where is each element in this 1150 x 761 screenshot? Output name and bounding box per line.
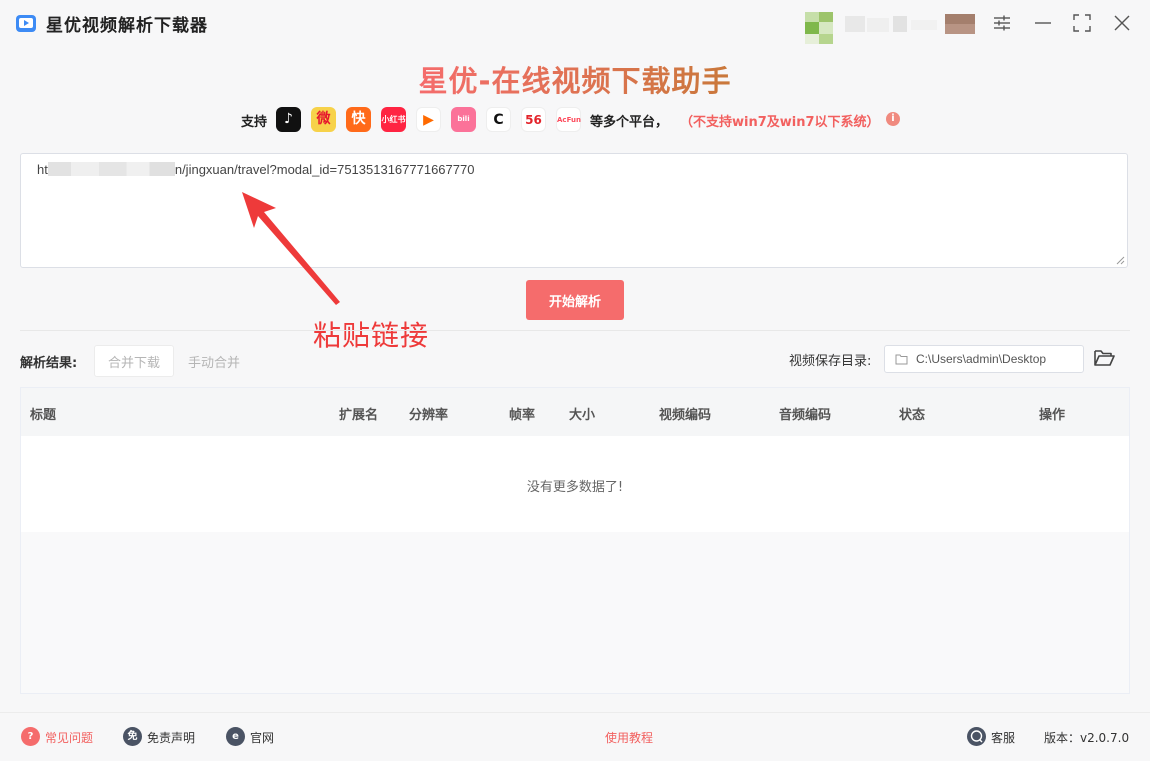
close-icon[interactable] bbox=[1110, 11, 1134, 35]
column-header[interactable]: 分辨率 bbox=[409, 404, 448, 423]
results-table: 标题 扩展名 分辨率 帧率 大小 视频编码 音频编码 状态 操作 没有更多数据了… bbox=[20, 387, 1130, 694]
maximize-icon[interactable] bbox=[1070, 11, 1094, 35]
url-text: ht n/jingxuan/travel?modal_id=75135131677… bbox=[37, 162, 474, 177]
column-header[interactable]: 视频编码 bbox=[659, 404, 711, 423]
annotation-arrow-icon bbox=[242, 192, 340, 305]
url-suffix: n/jingxuan/travel?modal_id=7513513167771… bbox=[174, 162, 475, 177]
kuaishou-icon: 快 bbox=[346, 107, 371, 132]
faq-label: 常见问题 bbox=[45, 731, 94, 745]
url-blurred-segment bbox=[47, 162, 175, 176]
folder-icon bbox=[895, 354, 908, 365]
cctv-icon: C bbox=[486, 107, 511, 132]
tutorial-link[interactable]: 使用教程 bbox=[605, 729, 653, 746]
url-input[interactable]: ht n/jingxuan/travel?modal_id=75135131677… bbox=[20, 153, 1128, 268]
acfun-icon: AcFun bbox=[556, 107, 581, 132]
chat-bubble-icon bbox=[967, 727, 986, 746]
bilibili-icon: bili bbox=[451, 107, 476, 132]
supported-platforms: 支持 ♪ 微快小红书 ▶ bili C 56 AcFun 等多个平台， （不支持win7及w… bbox=[241, 107, 921, 133]
manual-merge-button[interactable]: 手动合并 bbox=[188, 352, 240, 371]
open-folder-icon[interactable] bbox=[1093, 348, 1115, 368]
settings-sliders-icon[interactable] bbox=[990, 11, 1014, 35]
minimize-icon[interactable] bbox=[1031, 11, 1055, 35]
system-warning-text: （不支持win7及win7以下系统） bbox=[680, 115, 880, 130]
customer-service-link[interactable]: 客服 bbox=[967, 727, 1016, 746]
column-header[interactable]: 操作 bbox=[1039, 404, 1065, 423]
faq-link[interactable]: ? 常见问题 bbox=[21, 727, 94, 746]
footer-bar: ? 常见问题 免 免责声明 e 官网 使用教程 客服 版本：v2.0.7.0 bbox=[0, 712, 1150, 761]
version-text: 版本：v2.0.7.0 bbox=[1044, 731, 1130, 745]
results-label: 解析结果: bbox=[20, 356, 78, 371]
page-headline: 星优-在线视频下载助手 bbox=[0, 58, 1150, 100]
start-parse-button[interactable]: 开始解析 bbox=[526, 280, 624, 320]
customer-service-label: 客服 bbox=[991, 731, 1016, 745]
disclaimer-icon: 免 bbox=[123, 727, 142, 746]
column-header[interactable]: 扩展名 bbox=[339, 404, 378, 423]
app-logo-icon bbox=[16, 15, 36, 32]
question-icon: ? bbox=[21, 727, 40, 746]
douyin-icon: ♪ bbox=[276, 107, 301, 132]
user-avatar[interactable] bbox=[805, 12, 977, 46]
column-header[interactable]: 大小 bbox=[569, 404, 595, 423]
support-label: 支持 bbox=[241, 115, 268, 130]
weibo-icon: 微 bbox=[311, 107, 336, 132]
table-empty-row: 没有更多数据了! bbox=[21, 436, 1129, 532]
56-icon: 56 bbox=[521, 107, 546, 132]
url-prefix: ht bbox=[37, 162, 48, 177]
merge-download-button[interactable]: 合并下载 bbox=[94, 345, 174, 377]
xiaohongshu-icon: 小红书 bbox=[381, 107, 406, 132]
column-header[interactable]: 帧率 bbox=[509, 404, 535, 423]
app-title: 星优视频解析下载器 bbox=[46, 16, 208, 36]
website-label: 官网 bbox=[250, 731, 275, 745]
paste-link-annotation: 粘贴链接 bbox=[313, 319, 430, 352]
empty-state-text: 没有更多数据了! bbox=[526, 480, 624, 495]
tencent-video-icon: ▶ bbox=[416, 107, 441, 132]
support-tail-text: 等多个平台， bbox=[590, 115, 669, 130]
disclaimer-link[interactable]: 免 免责声明 bbox=[123, 727, 196, 746]
website-link[interactable]: e 官网 bbox=[226, 727, 275, 746]
save-dir-label: 视频保存目录: bbox=[789, 354, 872, 369]
disclaimer-label: 免责声明 bbox=[147, 731, 196, 745]
title-bar: 星优视频解析下载器 bbox=[0, 0, 1150, 46]
table-header: 标题 扩展名 分辨率 帧率 大小 视频编码 音频编码 状态 操作 bbox=[21, 388, 1129, 437]
column-header[interactable]: 音频编码 bbox=[779, 404, 831, 423]
info-icon[interactable]: i bbox=[886, 112, 900, 126]
resize-handle-icon[interactable] bbox=[1116, 256, 1125, 265]
column-header[interactable]: 状态 bbox=[899, 404, 925, 423]
save-dir-input[interactable]: C:\Users\admin\Desktop bbox=[884, 345, 1084, 373]
browser-icon: e bbox=[226, 727, 245, 746]
section-divider bbox=[20, 330, 1130, 331]
save-dir-value: C:\Users\admin\Desktop bbox=[916, 352, 1047, 366]
column-header[interactable]: 标题 bbox=[30, 404, 56, 423]
headline-text: 星优-在线视频下载助手 bbox=[418, 64, 732, 98]
